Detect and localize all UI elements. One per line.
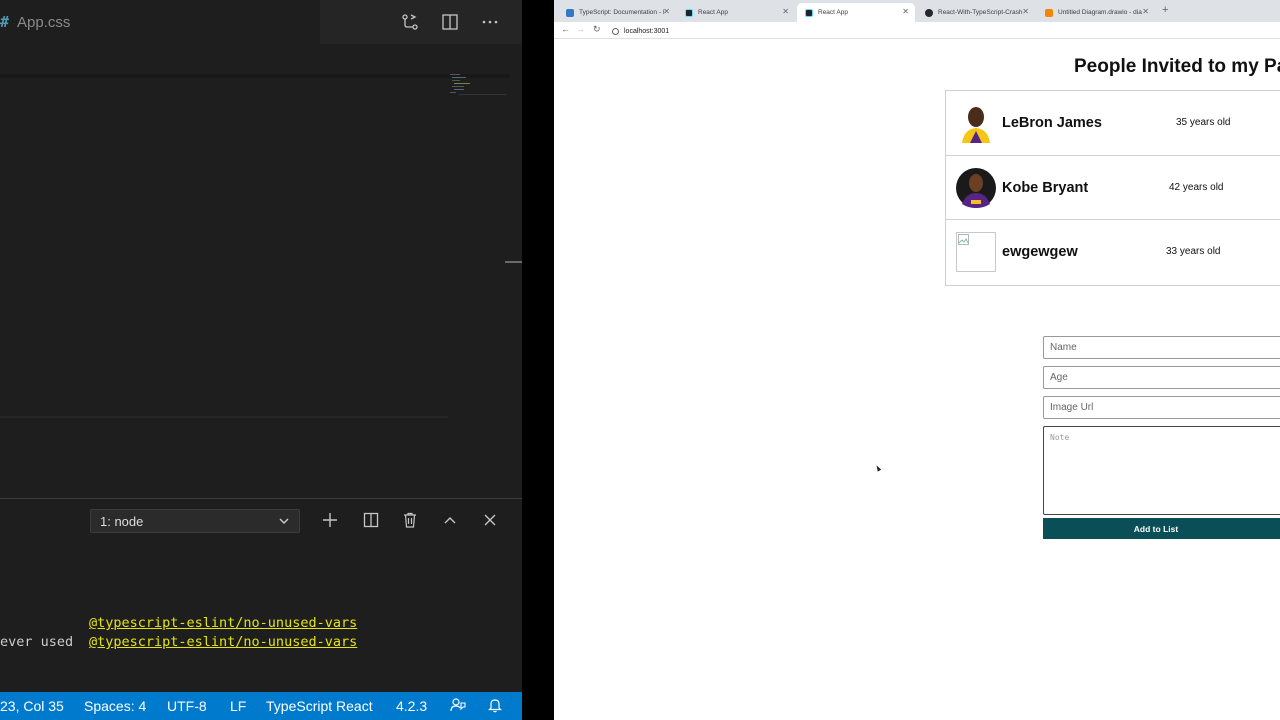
split-terminal-icon[interactable]	[360, 509, 382, 531]
address-bar[interactable]: localhost:3001	[612, 25, 669, 37]
status-language[interactable]: TypeScript React	[266, 698, 373, 714]
add-icon[interactable]	[319, 509, 341, 531]
vscode-window: # App.css 1: node @typescript-eslint/no-…	[0, 0, 522, 720]
add-to-list-button[interactable]: Add to List	[1043, 518, 1280, 539]
guest-name: LeBron James	[1002, 115, 1102, 131]
editor-tab-app-css[interactable]: # App.css	[0, 0, 320, 44]
drawio-favicon	[1045, 8, 1053, 17]
tab-close-icon[interactable]: ✕	[902, 7, 909, 16]
browser-tab-title: React App	[698, 9, 728, 16]
browser-tab-title: React App	[818, 9, 848, 16]
browser-tab[interactable]: TypeScript: Documentation - I ✕	[558, 3, 676, 22]
back-icon[interactable]: ←	[561, 24, 570, 34]
new-tab-icon[interactable]: +	[1162, 4, 1168, 16]
note-textarea[interactable]	[1043, 426, 1280, 515]
maximize-icon[interactable]	[439, 509, 461, 531]
guest-age: 33 years old	[1166, 246, 1221, 257]
react-favicon	[685, 8, 693, 17]
terminal-line: @typescript-eslint/no-unused-vars	[0, 615, 357, 631]
browser-window: TypeScript: Documentation - I ✕ React Ap…	[554, 0, 1280, 720]
tab-close-icon[interactable]: ✕	[782, 7, 789, 16]
guest-age: 42 years old	[1169, 181, 1224, 193]
browser-tab[interactable]: Untitled Diagram.drawio - dia ✕	[1037, 3, 1155, 22]
forward-icon[interactable]: →	[576, 24, 585, 34]
typescript-favicon	[566, 8, 574, 17]
eslint-rule-link[interactable]: @typescript-eslint/no-unused-vars	[89, 634, 357, 650]
browser-tab[interactable]: React App ✕	[677, 3, 795, 22]
address-bar-url: localhost:3001	[624, 27, 670, 35]
browser-tab-strip: TypeScript: Documentation - I ✕ React Ap…	[554, 0, 1280, 22]
terminal-select[interactable]: 1: node	[90, 509, 300, 533]
chevron-down-icon	[278, 515, 290, 530]
terminal-select-value: 1: node	[100, 513, 144, 529]
status-bar: 23, Col 35 Spaces: 4 UTF-8 LF TypeScript…	[0, 692, 522, 720]
guest-list: LeBron James 35 years old Kobe Bryant 42…	[945, 90, 1280, 286]
guest-avatar	[956, 167, 996, 208]
github-favicon	[925, 8, 933, 17]
browser-tab-title: React-With-TypeScript-Crash	[938, 9, 1023, 16]
bell-icon[interactable]	[487, 697, 503, 716]
react-favicon	[805, 8, 813, 17]
close-icon[interactable]	[479, 509, 501, 531]
status-encoding[interactable]: UTF-8	[167, 698, 207, 714]
browser-tab-active[interactable]: React App ✕	[797, 3, 915, 22]
status-ts-version[interactable]: 4.2.3	[396, 698, 427, 714]
status-cursor-position[interactable]: 23, Col 35	[0, 698, 64, 714]
status-indentation[interactable]: Spaces: 4	[84, 698, 146, 714]
page-title: People Invited to my Pa	[1074, 56, 1280, 77]
terminal-line: ever used @typescript-eslint/no-unused-va…	[0, 634, 357, 650]
list-item: ewgewgew 33 years old	[946, 220, 1280, 285]
feedback-icon[interactable]	[450, 697, 466, 716]
guest-avatar	[956, 103, 996, 143]
code-editor[interactable]	[0, 44, 522, 498]
browser-tab[interactable]: React-With-TypeScript-Crash ✕	[917, 3, 1035, 22]
guest-name: Kobe Bryant	[1002, 179, 1089, 196]
list-item: Kobe Bryant 42 years old	[946, 156, 1280, 220]
more-actions-icon[interactable]	[478, 10, 502, 34]
guest-age: 35 years old	[1176, 117, 1231, 128]
image-url-input[interactable]	[1043, 396, 1280, 419]
browser-toolbar: ← → ↻ localhost:3001	[554, 22, 1280, 39]
source-control-icon[interactable]	[398, 10, 422, 34]
tab-close-icon[interactable]: ✕	[663, 7, 670, 16]
list-item: LeBron James 35 years old	[946, 91, 1280, 156]
tab-close-icon[interactable]: ✕	[1142, 7, 1149, 16]
age-input[interactable]	[1043, 366, 1280, 389]
css-hash-icon: #	[0, 13, 10, 31]
editor-tab-label: App.css	[17, 13, 71, 31]
split-editor-icon[interactable]	[438, 10, 462, 34]
terminal-panel: 1: node @typescript-eslint/no-unused-var…	[0, 498, 522, 692]
browser-tab-title: Untitled Diagram.drawio - dia	[1058, 9, 1142, 16]
scrollbar-marker[interactable]	[505, 261, 522, 263]
tab-close-icon[interactable]: ✕	[1022, 7, 1029, 16]
trash-icon[interactable]	[399, 509, 421, 531]
broken-image-icon	[956, 232, 996, 272]
terminal-line-prefix: ever used	[0, 634, 74, 650]
editor-scroll-shadow	[0, 74, 510, 78]
status-eol[interactable]: LF	[230, 698, 246, 714]
guest-name: ewgewgew	[1002, 244, 1078, 260]
editor-line-highlight	[0, 416, 448, 418]
editor-tab-bar: # App.css	[0, 0, 522, 44]
info-icon[interactable]	[612, 27, 619, 35]
eslint-rule-link[interactable]: @typescript-eslint/no-unused-vars	[89, 615, 357, 631]
minimap[interactable]	[448, 72, 508, 162]
reload-icon[interactable]: ↻	[593, 24, 601, 35]
page-content: People Invited to my Pa LeBron James 35 …	[554, 40, 1280, 720]
name-input[interactable]	[1043, 336, 1280, 359]
browser-tab-title: TypeScript: Documentation - I	[579, 9, 665, 16]
